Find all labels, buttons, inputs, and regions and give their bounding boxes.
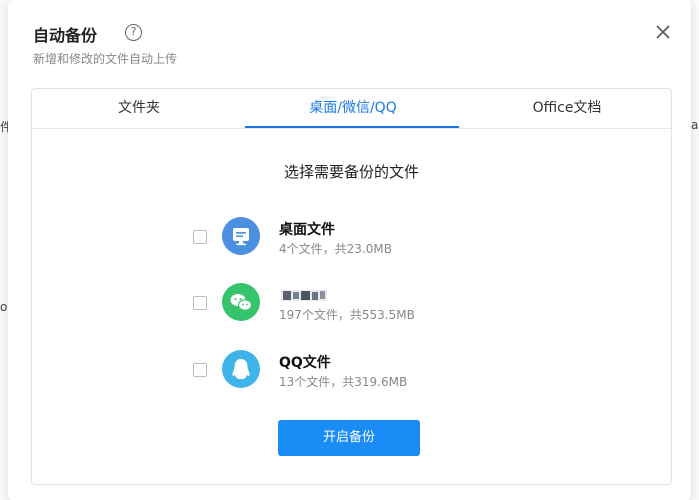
close-icon[interactable] (653, 22, 673, 42)
item-name: QQ文件 (279, 355, 331, 371)
background-fragment: a (691, 118, 699, 132)
auto-backup-dialog: 自动备份 ? 新增和修改的文件自动上传 文件夹 桌面/微信/QQ Office文… (8, 0, 691, 500)
wechat-checkbox[interactable] (193, 296, 207, 310)
wechat-icon (222, 283, 260, 321)
item-meta: 197个文件，共553.5MB (279, 308, 415, 322)
item-meta: 13个文件，共319.6MB (279, 375, 408, 389)
obscured-item-name (281, 287, 327, 301)
dialog-subtitle: 新增和修改的文件自动上传 (33, 52, 178, 66)
list-item-desktop: 桌面文件 4个文件，共23.0MB (32, 217, 671, 261)
item-name: 桌面文件 (279, 222, 335, 238)
desktop-checkbox[interactable] (193, 230, 207, 244)
background-page-left: 件 o (0, 0, 12, 500)
tab-bar: 文件夹 桌面/微信/QQ Office文档 (32, 89, 671, 129)
item-meta: 4个文件，共23.0MB (279, 242, 392, 256)
desktop-icon (222, 217, 260, 255)
background-fragment: o (0, 300, 8, 314)
tab-office-documents[interactable]: Office文档 (460, 89, 674, 129)
backup-panel: 文件夹 桌面/微信/QQ Office文档 选择需要备份的文件 桌面文件 4个文… (31, 88, 672, 485)
panel-heading: 选择需要备份的文件 (283, 163, 419, 181)
tab-folder[interactable]: 文件夹 (32, 89, 246, 129)
dialog-title: 自动备份 (33, 26, 98, 45)
start-backup-button[interactable]: 开启备份 (278, 420, 420, 456)
active-tab-indicator (245, 126, 459, 128)
tab-desktop-wechat-qq[interactable]: 桌面/微信/QQ (246, 89, 460, 129)
list-item-qq: QQ文件 13个文件，共319.6MB (32, 350, 671, 394)
list-item-wechat: 197个文件，共553.5MB (32, 283, 671, 327)
qq-checkbox[interactable] (193, 363, 207, 377)
qq-icon (222, 350, 260, 388)
help-circle-icon[interactable]: ? (125, 24, 142, 41)
background-page-right: a (691, 0, 699, 500)
